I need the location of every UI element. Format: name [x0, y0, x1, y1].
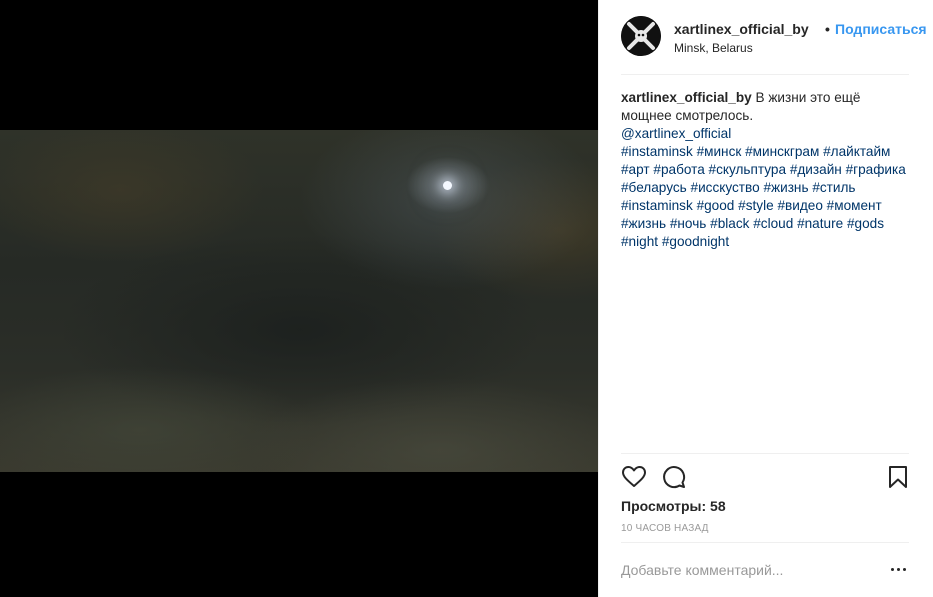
caption-hashtags: #instaminsk #минск #минскграм #лайктайм …: [621, 144, 906, 249]
separator-dot: •: [825, 21, 830, 37]
comment-bar: [621, 542, 909, 595]
hashtag-link[interactable]: #good: [697, 198, 735, 213]
caption-username[interactable]: xartlinex_official_by: [621, 90, 752, 105]
hashtag-link[interactable]: #instaminsk: [621, 144, 693, 159]
comment-input[interactable]: [621, 557, 871, 583]
hashtag-link[interactable]: #жизнь: [621, 216, 666, 231]
hashtag-link[interactable]: #скульптура: [709, 162, 786, 177]
hashtag-link[interactable]: #goodnight: [662, 234, 729, 249]
comment-icon[interactable]: [661, 464, 687, 490]
hashtag-link[interactable]: #арт: [621, 162, 650, 177]
heart-icon[interactable]: [621, 464, 647, 490]
hashtag-link[interactable]: #night: [621, 234, 658, 249]
hashtag-link[interactable]: #видео: [777, 198, 822, 213]
hashtag-link[interactable]: #графика: [846, 162, 906, 177]
hashtag-link[interactable]: #стиль: [812, 180, 855, 195]
hashtag-link[interactable]: #лайктайм: [823, 144, 890, 159]
view-count[interactable]: Просмотры: 58: [621, 498, 726, 514]
hashtag-link[interactable]: #instaminsk: [621, 198, 693, 213]
hashtag-link[interactable]: #cloud: [753, 216, 793, 231]
avatar[interactable]: [621, 16, 661, 56]
more-options-icon[interactable]: [891, 559, 907, 579]
hashtag-link[interactable]: #минскграм: [745, 144, 819, 159]
hashtag-link[interactable]: #жизнь: [763, 180, 808, 195]
post-location[interactable]: Minsk, Belarus: [674, 41, 753, 55]
hashtag-link[interactable]: #момент: [827, 198, 882, 213]
hashtag-link[interactable]: #исскуство: [691, 180, 760, 195]
hashtag-link[interactable]: #дизайн: [790, 162, 842, 177]
hashtag-link[interactable]: #nature: [797, 216, 843, 231]
post-header: xartlinex_official_by • Подписаться Mins…: [621, 14, 927, 75]
hashtag-link[interactable]: #минск: [697, 144, 742, 159]
post-media[interactable]: [0, 0, 598, 597]
hashtag-link[interactable]: #ночь: [670, 216, 707, 231]
post-timestamp[interactable]: 10 ЧАСОВ НАЗАД: [621, 523, 709, 534]
follow-button[interactable]: Подписаться: [835, 21, 927, 37]
moon-light: [443, 181, 452, 190]
post-actions: Просмотры: 58 10 ЧАСОВ НАЗАД: [621, 453, 909, 594]
hashtag-link[interactable]: #беларусь: [621, 180, 687, 195]
avatar-logo-icon: [621, 16, 661, 56]
hashtag-link[interactable]: #gods: [847, 216, 884, 231]
hashtag-link[interactable]: #работа: [653, 162, 704, 177]
hashtag-link[interactable]: #style: [738, 198, 774, 213]
caption-mention[interactable]: @xartlinex_official: [621, 126, 731, 141]
video-player[interactable]: [0, 130, 598, 472]
post-caption: xartlinex_official_by В жизни это ещё мо…: [621, 89, 911, 251]
post-username[interactable]: xartlinex_official_by: [674, 21, 809, 37]
bookmark-icon[interactable]: [885, 464, 911, 490]
post-sidebar: xartlinex_official_by • Подписаться Mins…: [598, 0, 933, 597]
hashtag-link[interactable]: #black: [710, 216, 749, 231]
